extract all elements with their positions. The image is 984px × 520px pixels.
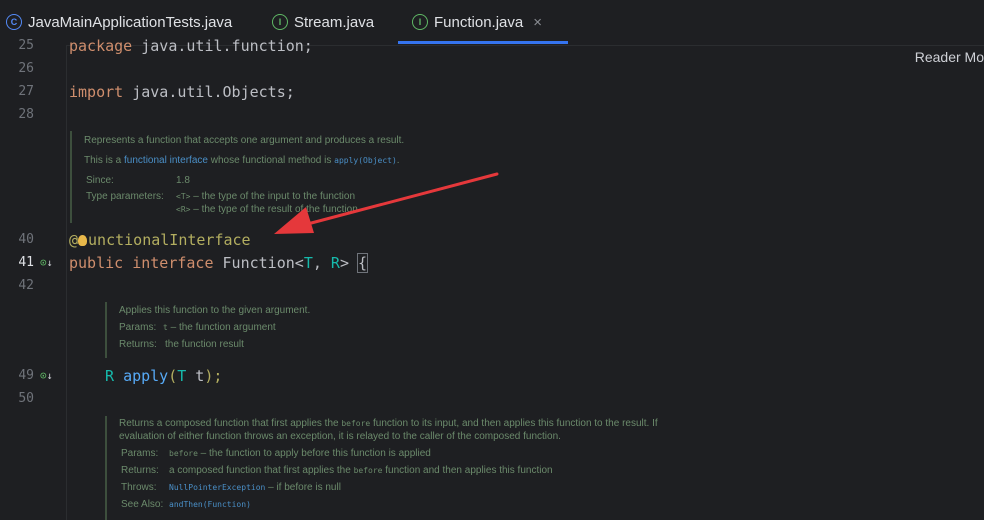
annotation-arrow [274,172,499,234]
